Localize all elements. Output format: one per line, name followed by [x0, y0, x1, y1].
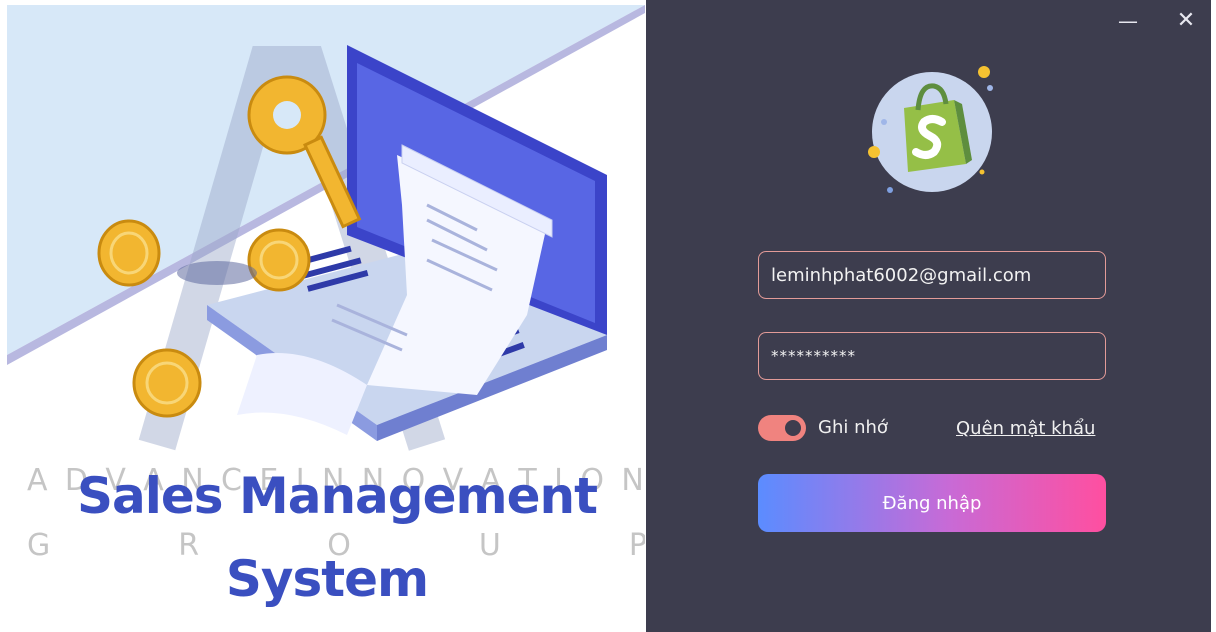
laptop-illustration [7, 5, 645, 451]
shopping-bag-icon [868, 66, 993, 193]
watermark-letter: P [628, 528, 645, 563]
login-window: A D V A N C E I N N O V A T I O N G R O … [0, 0, 1216, 632]
minimize-button[interactable]: — [1113, 8, 1143, 34]
login-button[interactable]: Đăng nhập [758, 474, 1106, 532]
remember-toggle[interactable] [758, 415, 806, 441]
remember-label: Ghi nhớ [818, 417, 888, 438]
close-button[interactable]: ✕ [1171, 8, 1201, 34]
password-field[interactable] [758, 332, 1106, 380]
illustration-panel: A D V A N C E I N N O V A T I O N G R O … [7, 5, 645, 632]
app-title-line1: Sales Management [76, 467, 598, 525]
shopping-bag-logo [862, 60, 1002, 200]
email-field[interactable] [758, 251, 1106, 299]
toggle-knob [785, 420, 801, 436]
forgot-password-link[interactable]: Quên mật khẩu [956, 416, 1095, 442]
app-title-line2: System [225, 550, 429, 608]
login-panel: — ✕ Ghi nhớ Quên mật khẩu Đăng [646, 0, 1211, 632]
